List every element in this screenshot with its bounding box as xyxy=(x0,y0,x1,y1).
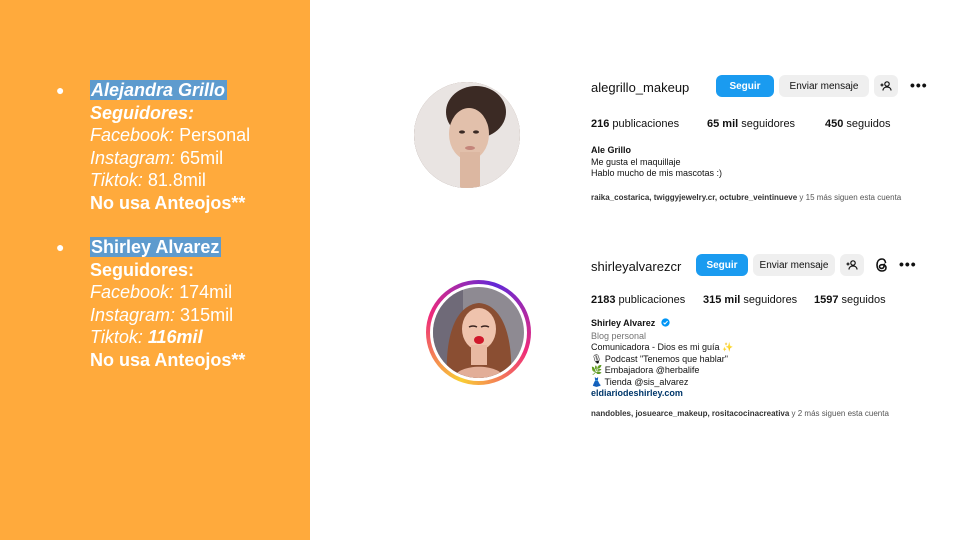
slide: ● Alejandra Grillo Seguidores: Facebook:… xyxy=(0,0,960,540)
followers-heading: Seguidores: xyxy=(90,102,195,123)
tiktok-label: Tiktok: xyxy=(90,327,143,347)
follow-button[interactable]: Seguir xyxy=(716,75,774,97)
profile-username: shirleyalvarezcr xyxy=(591,259,682,274)
bio-line: 🌿 Embajadora @herbalife xyxy=(591,365,700,375)
verified-badge-icon xyxy=(661,318,670,331)
tiktok-label: Tiktok: xyxy=(90,170,143,190)
followed-by[interactable]: raika_costarica, twiggyjewelry.cr, octub… xyxy=(591,193,901,202)
profile-username: alegrillo_makeup xyxy=(591,80,690,95)
more-options-icon[interactable]: ••• xyxy=(910,77,928,93)
instagram-label: Instagram: xyxy=(90,304,176,325)
posts-count: 216 publicaciones xyxy=(591,118,680,130)
threads-icon[interactable] xyxy=(874,257,890,273)
instagram-profile-shirleyalvarezcr: shirleyalvarezcr Seguir Enviar mensaje •… xyxy=(410,254,950,418)
following-count[interactable]: 450 seguidos xyxy=(825,118,890,130)
profile-avatar xyxy=(433,287,524,378)
bio-link[interactable]: eldiariodeshirley.com xyxy=(591,388,733,400)
person-alejandra-grillo: ● Alejandra Grillo Seguidores: Facebook:… xyxy=(56,79,250,214)
followers-count[interactable]: 65 mil seguidores xyxy=(707,118,795,130)
glasses-note: No usa Anteojos** xyxy=(90,192,246,213)
bio-line: 🎙 Podcast "Tenemos que hablar" xyxy=(591,353,728,364)
add-person-icon[interactable] xyxy=(840,254,864,276)
person-name: Shirley Alvarez xyxy=(90,237,222,257)
bio-line: Me gusta el maquillaje xyxy=(591,156,681,167)
facebook-value: Personal xyxy=(174,125,251,145)
person-shirley-alvarez: ● Shirley Alvarez Seguidores: Facebook: … xyxy=(56,236,245,371)
profile-bio: Shirley Alvarez Blog personal Comunicado… xyxy=(591,318,733,400)
tiktok-value: 81.8mil xyxy=(142,170,206,190)
bio-name: Ale Grillo xyxy=(591,145,632,155)
profile-avatar[interactable] xyxy=(414,82,520,188)
instagram-profile-alegrillo: alegrillo_makeup Seguir Enviar mensaje •… xyxy=(410,75,950,235)
story-ring[interactable] xyxy=(426,280,531,385)
facebook-label: Facebook: xyxy=(90,282,175,302)
bio-line: Hablo mucho de mis mascotas :) xyxy=(591,168,723,178)
instagram-value: 65mil xyxy=(175,147,224,168)
person-name: Alejandra Grillo xyxy=(90,80,228,100)
followed-by[interactable]: nandobles, josuearce_makeup, rositacocin… xyxy=(591,409,889,418)
following-count[interactable]: 1597 seguidos xyxy=(814,294,886,306)
followers-count[interactable]: 315 mil seguidores xyxy=(703,294,797,306)
follow-button[interactable]: Seguir xyxy=(696,254,748,276)
bullet: ● xyxy=(56,82,65,98)
glasses-note: No usa Anteojos** xyxy=(90,349,246,370)
facebook-label: Facebook: xyxy=(90,125,175,145)
send-message-button[interactable]: Enviar mensaje xyxy=(753,254,835,276)
profile-bio: Ale Grillo Me gusta el maquillaje Hablo … xyxy=(591,145,722,180)
tiktok-value: 116mil xyxy=(142,327,203,347)
bio-line: Comunicadora - Dios es mi guía ✨ xyxy=(591,342,734,352)
send-message-button[interactable]: Enviar mensaje xyxy=(779,75,869,97)
summary-panel: ● Alejandra Grillo Seguidores: Facebook:… xyxy=(0,0,310,540)
add-person-icon[interactable] xyxy=(874,75,898,97)
instagram-label: Instagram: xyxy=(90,147,176,168)
instagram-value: 315mil xyxy=(175,304,234,325)
bio-name: Shirley Alvarez xyxy=(591,318,656,328)
more-options-icon[interactable]: ••• xyxy=(899,256,917,272)
posts-count: 2183 publicaciones xyxy=(591,294,686,306)
bio-category: Blog personal xyxy=(591,330,647,341)
facebook-value: 174mil xyxy=(174,282,233,302)
bullet: ● xyxy=(56,239,65,255)
bio-line: 👗 Tienda @sis_alvarez xyxy=(591,376,689,387)
followers-heading: Seguidores: xyxy=(90,259,195,280)
